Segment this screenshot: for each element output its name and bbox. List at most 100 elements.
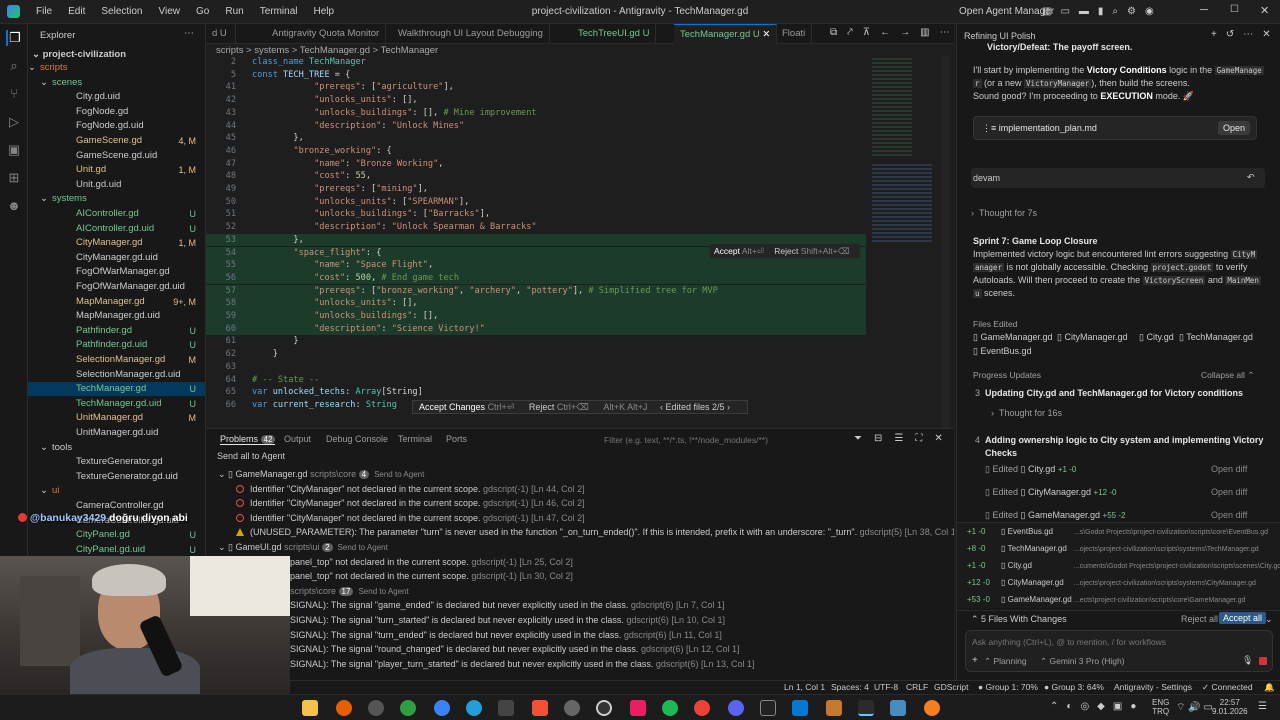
model-selector[interactable]: ⌃ Gemini 3 Pro (High) [1040, 656, 1125, 667]
file-item[interactable]: Pathfinder.gd.uid U [28, 338, 205, 352]
terminal-icon[interactable] [760, 700, 776, 716]
problems-filter-input[interactable] [604, 433, 848, 447]
close-agent-icon[interactable]: ✕ [1262, 29, 1270, 40]
collapse-all-button[interactable]: Collapse all ⌃ [1201, 370, 1254, 381]
new-chat-icon[interactable]: + [1211, 29, 1217, 40]
menu-go[interactable]: Go [188, 6, 217, 17]
minimap[interactable] [868, 56, 950, 428]
file-item[interactable]: Unit.gd 1, M [28, 163, 205, 177]
split-editor-icon[interactable]: ⧉ [830, 27, 837, 38]
chevron-down-icon[interactable]: ⌄ [40, 484, 48, 498]
reject-changes-button[interactable]: Reject Ctrl+⌫ [523, 402, 595, 412]
code-line[interactable]: 49 "prereqs": ["mining"], [206, 183, 866, 196]
app-icon[interactable] [564, 700, 580, 716]
app-icon[interactable] [630, 700, 646, 716]
sidebar-toggle-icon[interactable]: ▭ [1060, 6, 1069, 17]
language-indicator[interactable]: ENG TRQ [1152, 698, 1169, 716]
code-editor[interactable]: 2 class_name TechManager 5 const TECH_TREE … [206, 56, 866, 428]
clock[interactable]: 22:57 9.01.2026 [1212, 698, 1248, 716]
problem-row[interactable]: SIGNAL): The signal "player_turn_started… [290, 657, 755, 671]
antigravity-icon[interactable] [858, 700, 874, 716]
problem-row[interactable]: SIGNAL): The signal "round_changed" is d… [290, 642, 740, 656]
code-line[interactable]: 63 [206, 361, 866, 374]
vscode-icon[interactable] [792, 700, 808, 716]
agent-input-box[interactable]: + ⌃ Planning ⌃ Gemini 3 Pro (High) 🎙 [965, 630, 1273, 672]
file-item[interactable]: CityPanel.gd U [28, 528, 205, 542]
added-code-line[interactable]: 60 "description": "Science Victory!" [206, 322, 866, 336]
edited-file-chip[interactable]: ▯ TechManager.gd [1179, 332, 1253, 343]
tab-output[interactable]: Output [284, 434, 311, 444]
chrome-icon[interactable] [694, 700, 710, 716]
tray-chevron-icon[interactable]: ⌃ [1050, 701, 1058, 712]
changed-file-row[interactable]: +1 -0 ▯ City.gd ...cuments\Godot Projects… [967, 561, 1280, 570]
send-to-agent-link[interactable]: Send to Agent [338, 543, 388, 552]
file-explorer-icon[interactable] [302, 700, 318, 716]
notifications-icon[interactable]: 🔔 [1264, 681, 1275, 694]
hunk-nav-shortcuts[interactable]: Alt+K Alt+J [597, 402, 653, 412]
revert-icon[interactable]: ↶ [1247, 172, 1255, 183]
indentation[interactable]: Spaces: 4 [831, 681, 869, 694]
microphone-icon[interactable]: 🎙 [1242, 655, 1253, 666]
project-folder[interactable]: ⌄ project-civilization [32, 49, 126, 60]
encoding[interactable]: UTF-8 [874, 681, 898, 694]
open-agent-manager-button[interactable]: Open Agent Manager [959, 6, 1054, 17]
tab-problems[interactable]: Problems 42 [220, 434, 276, 445]
file-item[interactable]: CityManager.gd.uid [28, 251, 205, 265]
code-line[interactable]: 62 } [206, 348, 866, 361]
tab-terminal[interactable]: Terminal [398, 434, 432, 444]
code-line[interactable]: 44 "description": "Unlock Mines" [206, 120, 866, 133]
thought-toggle[interactable]: › Thought for 7s [971, 208, 1037, 218]
code-line[interactable]: 5 const TECH_TREE = { [206, 69, 866, 82]
tab-gd-file[interactable]: d U [206, 24, 236, 44]
pin-icon[interactable]: ⊼ [863, 27, 870, 38]
collapse-all-icon[interactable]: ⊟ [874, 433, 882, 444]
file-item[interactable]: AIController.gd.uid U [28, 222, 205, 236]
line-ending[interactable]: CRLF [906, 681, 928, 694]
problem-row[interactable]: SIGNAL): The signal "turn_started" is de… [290, 613, 725, 627]
added-code-line[interactable]: 56 "cost": 500, # End game tech [206, 271, 866, 285]
problem-row[interactable]: panel_top" not declared in the current s… [290, 569, 573, 583]
accept-all-button[interactable]: Accept all [1219, 612, 1267, 624]
reject-hunk-button[interactable]: Reject Shift+Alt+⌫ [770, 246, 853, 256]
file-item[interactable]: Pathfinder.gd U [28, 324, 205, 338]
code-line[interactable]: 2 class_name TechManager [206, 56, 866, 69]
go-forward-icon[interactable]: → [900, 27, 910, 38]
added-code-line[interactable]: 55 "name": "Space Flight", [206, 259, 866, 272]
chevron-down-icon[interactable]: ⌄ [40, 192, 48, 206]
add-context-icon[interactable]: + [972, 655, 978, 666]
code-line[interactable]: 64 # -- State -- [206, 374, 866, 387]
search-icon[interactable]: ⌕ [1112, 6, 1118, 17]
accept-hunk-button[interactable]: Accept Alt+⏎ [710, 246, 768, 256]
language-mode[interactable]: GDScript [934, 681, 968, 694]
layout-toggle-icon[interactable]: ▥ [1042, 6, 1051, 17]
file-item[interactable]: SelectionManager.gd M [28, 353, 205, 367]
settings-link[interactable]: Antigravity - Settings [1114, 681, 1192, 694]
folder-item[interactable]: ⌄ ui [28, 484, 205, 498]
tray-app-icon[interactable]: ◎ [1080, 701, 1089, 712]
file-item[interactable]: SelectionManager.gd.uid [28, 368, 205, 382]
added-code-line[interactable]: 59 "unlocks_buildings": [], [206, 310, 866, 323]
menu-help[interactable]: Help [306, 6, 343, 17]
maximize-icon[interactable]: ☐ [1230, 4, 1239, 15]
tray-app-icon[interactable]: ◆ [1097, 701, 1105, 712]
problem-row[interactable]: panel_top" not declared in the current s… [290, 555, 573, 569]
file-item[interactable]: FogNode.gd.uid [28, 119, 205, 133]
edited-file-chip[interactable]: ▯ EventBus.gd [973, 346, 1032, 357]
open-changes-icon[interactable]: ⤤ [847, 27, 853, 38]
minimize-icon[interactable]: ─ [1200, 4, 1208, 16]
group1-quota[interactable]: ● Group 1: 70% [978, 681, 1038, 694]
file-item[interactable]: CityManager.gd 1, M [28, 236, 205, 250]
problem-row[interactable]: SIGNAL): The signal "game_ended" is decl… [290, 598, 724, 612]
folder-item[interactable]: ⌄ tools [28, 441, 205, 455]
maximize-panel-icon[interactable]: ⛶ [915, 433, 922, 444]
file-item[interactable]: FogOfWarManager.gd [28, 265, 205, 279]
folder-item[interactable]: ⌄ scripts [28, 61, 205, 75]
tab-debug-console[interactable]: Debug Console [326, 434, 388, 444]
problem-row[interactable]: SIGNAL): The signal "turn_ended" is decl… [290, 628, 722, 642]
edited-file-chip[interactable]: ▯ CityManager.gd [1057, 332, 1128, 343]
app-icon[interactable] [434, 700, 450, 716]
code-line[interactable]: 41 "prereqs": ["agriculture"], [206, 81, 866, 94]
menu-selection[interactable]: Selection [93, 6, 150, 17]
open-plan-button[interactable]: Open [1218, 121, 1251, 135]
added-code-line[interactable]: 57 "prereqs": ["bronze_working", "archer… [206, 284, 866, 298]
